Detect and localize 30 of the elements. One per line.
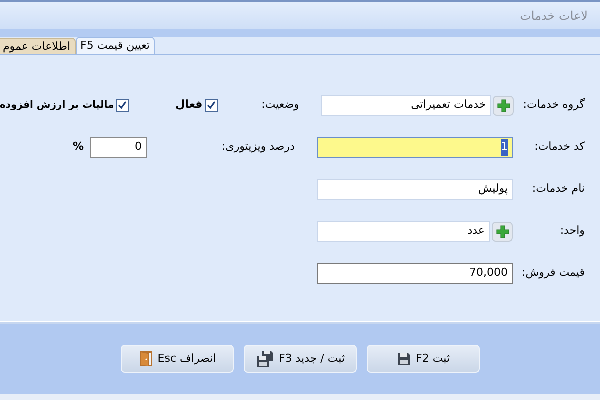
input-field[interactable]: پولیش	[317, 179, 513, 200]
add-button[interactable]	[493, 96, 514, 116]
field-label: کد خدمات:	[534, 139, 586, 156]
checkbox-label: مالیات بر ارزش افزوده	[0, 99, 114, 113]
button[interactable]: ثبت / جدید F3	[244, 345, 357, 373]
status-label: وضعیت:	[260, 97, 300, 114]
field-label: گروه خدمات:	[522, 97, 586, 114]
input-field[interactable]: خدمات تعمیراتی	[321, 95, 492, 116]
floppy-disks-icon	[256, 351, 274, 367]
input-field[interactable]: 70,000	[317, 263, 513, 284]
door-icon	[138, 351, 153, 367]
field-label: درصد ویزیتوری:	[221, 139, 296, 156]
input-field[interactable]: عدد	[317, 221, 490, 242]
field-label: قیمت فروش:	[520, 265, 586, 282]
checkbox[interactable]	[204, 99, 218, 112]
button[interactable]: انصراف Esc	[121, 345, 234, 373]
add-button[interactable]	[492, 222, 513, 242]
checkbox[interactable]	[116, 99, 130, 112]
unit-label: %	[72, 139, 85, 156]
plus-icon	[496, 224, 510, 238]
checkbox-label: فعال	[176, 97, 203, 114]
tab[interactable]: تعیین قیمت F5	[76, 37, 155, 54]
plus-icon	[496, 98, 511, 112]
window-title: لاعات خدمات	[520, 8, 588, 24]
tab[interactable]: اطلاعات عموم	[0, 38, 76, 54]
input-field[interactable]: 0	[90, 137, 147, 158]
input-field[interactable]: 1	[317, 137, 513, 158]
button[interactable]: ثبت F2	[367, 345, 480, 373]
field-label: نام خدمات:	[531, 181, 586, 198]
field-label: واحد:	[559, 223, 586, 240]
